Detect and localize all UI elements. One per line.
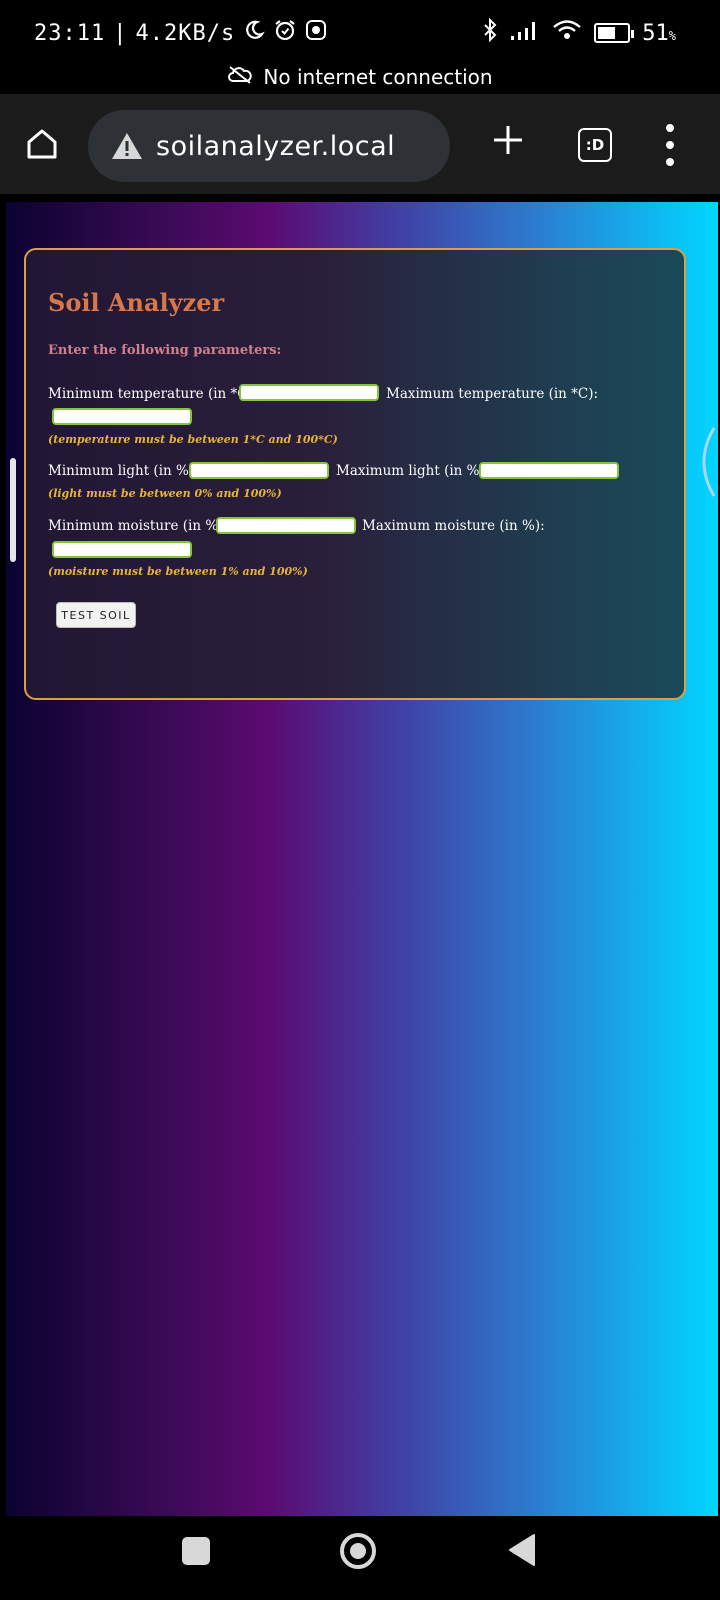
tab-switcher-button[interactable]: :D: [578, 128, 612, 162]
max-light-input[interactable]: [479, 462, 619, 479]
url-text: soilanalyzer.local: [156, 130, 396, 162]
battery-text: 51%: [642, 20, 676, 46]
cloud-off-icon: [227, 65, 253, 90]
new-tab-button[interactable]: [486, 122, 530, 166]
soil-form-card: Soil Analyzer Enter the following parame…: [24, 248, 686, 700]
moisture-hint: (moisture must be between 1% and 100%): [48, 565, 308, 578]
status-separator: |: [113, 20, 128, 46]
menu-dot-icon: [666, 141, 674, 149]
form-subtitle: Enter the following parameters:: [48, 343, 282, 358]
moon-icon: [243, 19, 265, 47]
max-temperature-label: Maximum temperature (in *C):: [386, 386, 599, 402]
min-temperature-label: Minimum temperature (in *C):: [48, 386, 258, 402]
not-secure-warning-icon[interactable]: [110, 131, 144, 161]
max-light-label: Maximum light (in %):: [336, 463, 490, 479]
scroll-handle[interactable]: [10, 458, 16, 562]
battery-icon: [594, 23, 635, 43]
offline-banner: No internet connection: [0, 60, 720, 94]
page-title: Soil Analyzer: [48, 288, 225, 317]
alarm-icon: [273, 18, 297, 48]
min-moisture-label: Minimum moisture (in %):: [48, 518, 228, 534]
app-notification-icon: [305, 19, 327, 47]
min-light-input[interactable]: [189, 462, 329, 479]
back-gesture-edge-icon: [702, 427, 716, 497]
test-soil-button[interactable]: TEST SOIL: [56, 602, 136, 628]
menu-dot-icon: [666, 124, 674, 132]
plus-icon: [494, 126, 522, 154]
status-right: 51%: [482, 17, 676, 48]
back-button[interactable]: [506, 1533, 536, 1567]
address-bar[interactable]: soilanalyzer.local: [88, 110, 450, 182]
home-icon: [27, 129, 57, 159]
web-page: Soil Analyzer Enter the following parame…: [6, 202, 718, 1516]
browser-toolbar: soilanalyzer.local :D: [0, 94, 720, 194]
status-left: 23:11 | 4.2KB/s: [34, 18, 327, 48]
status-bar: 23:11 | 4.2KB/s 51%: [0, 0, 720, 68]
tab-switcher-label: :D: [585, 136, 605, 154]
min-moisture-input[interactable]: [216, 517, 356, 534]
max-moisture-label: Maximum moisture (in %):: [362, 518, 545, 534]
more-options-button[interactable]: [660, 124, 680, 166]
status-speed: 4.2KB/s: [135, 20, 236, 46]
system-nav-bar: [0, 1516, 720, 1600]
toolbar-divider: [0, 194, 720, 202]
bluetooth-icon: [482, 17, 498, 48]
max-temperature-input[interactable]: [52, 408, 192, 425]
status-time: 23:11: [34, 20, 106, 46]
recents-button[interactable]: [182, 1537, 210, 1565]
wifi-icon: [552, 19, 582, 47]
battery-fill: [598, 27, 615, 39]
light-hint: (light must be between 0% and 100%): [48, 487, 282, 500]
temperature-hint: (temperature must be between 1*C and 100…: [48, 433, 338, 446]
signal-icon: [510, 19, 540, 47]
offline-text: No internet connection: [263, 65, 493, 89]
home-nav-button[interactable]: [340, 1533, 376, 1569]
min-temperature-input[interactable]: [239, 384, 379, 401]
home-button[interactable]: [22, 124, 62, 164]
menu-dot-icon: [666, 158, 674, 166]
max-moisture-input[interactable]: [52, 541, 192, 558]
min-light-label: Minimum light (in %):: [48, 463, 199, 479]
